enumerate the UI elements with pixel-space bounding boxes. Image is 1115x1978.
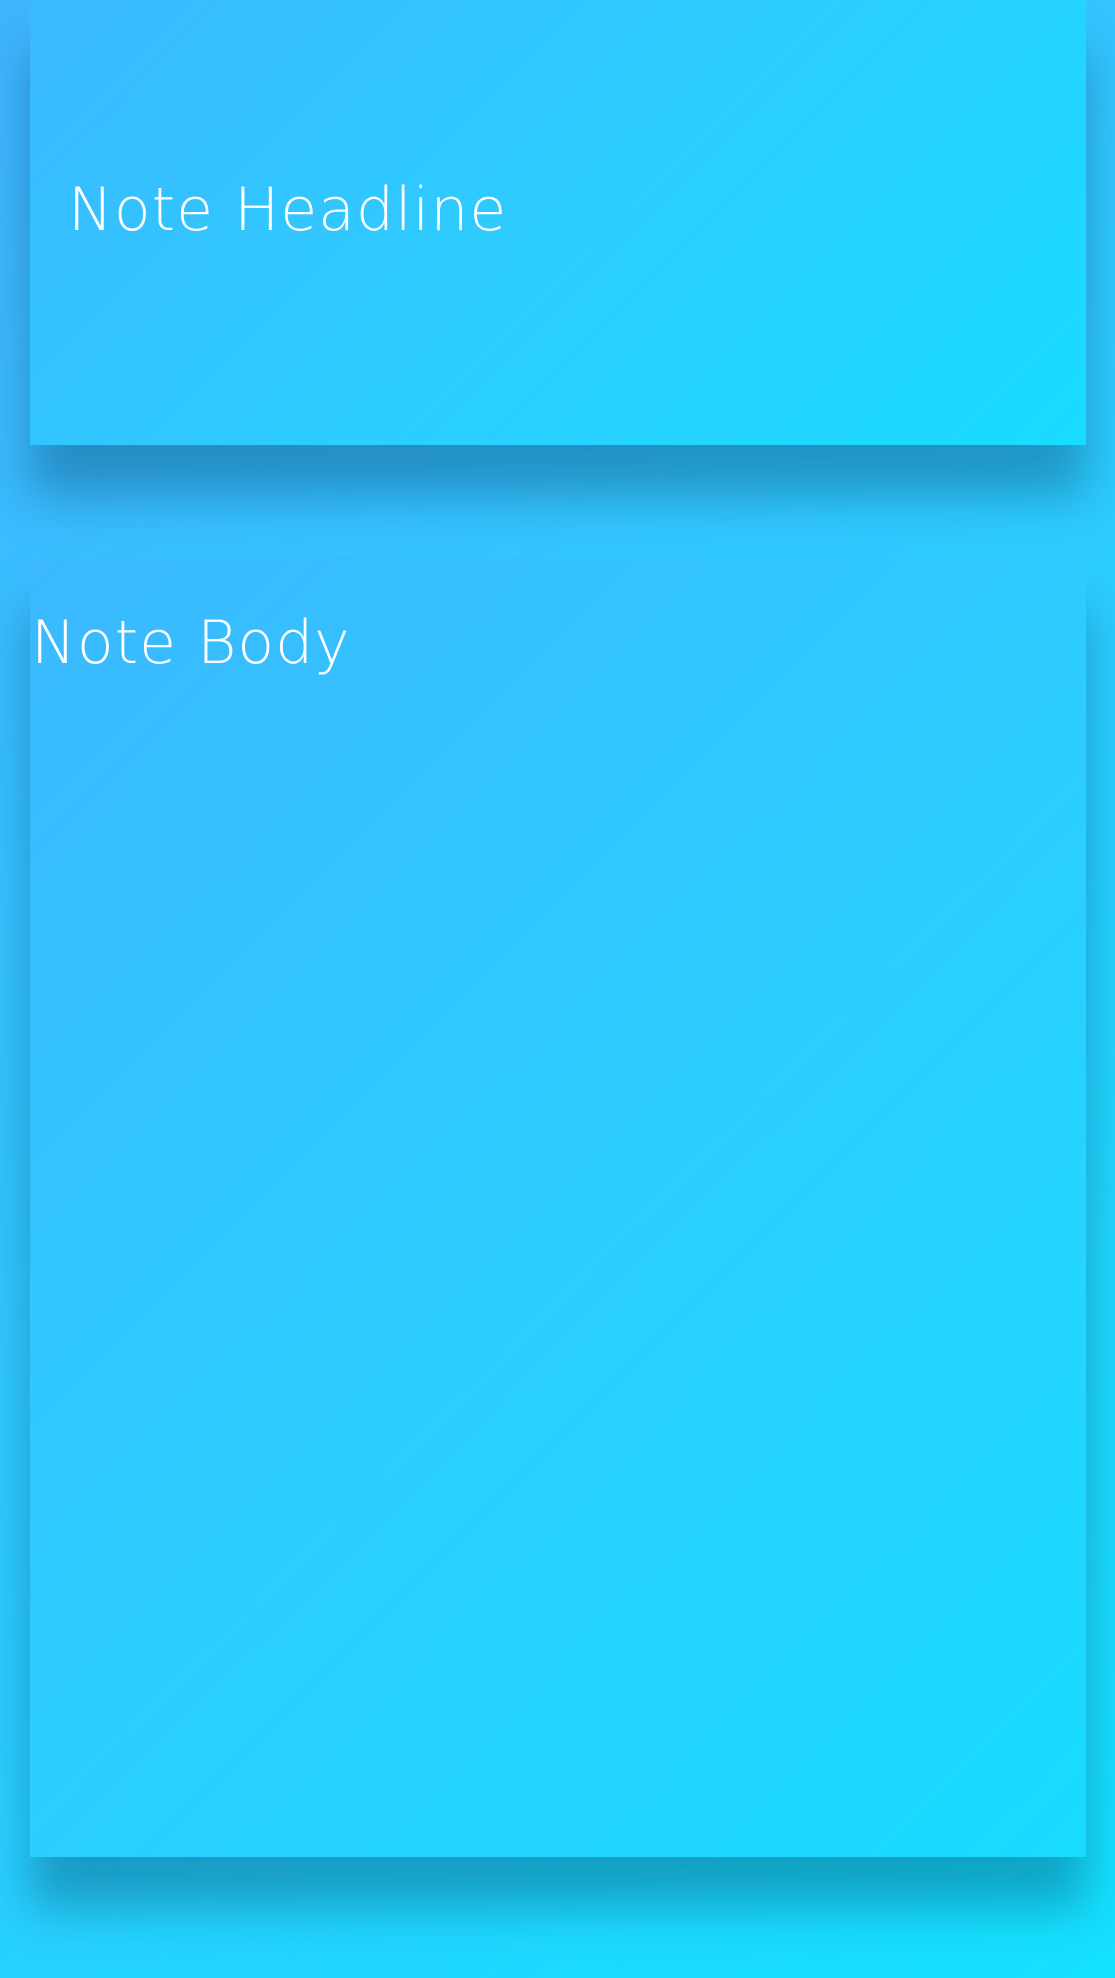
note-editor: Note Headline Note Body — [0, 0, 1115, 1978]
note-headline-field[interactable]: Note Headline — [68, 180, 507, 240]
note-body-field[interactable]: Note Body — [31, 613, 351, 673]
headline-card: Note Headline — [30, 0, 1086, 445]
body-card — [30, 560, 1086, 1857]
